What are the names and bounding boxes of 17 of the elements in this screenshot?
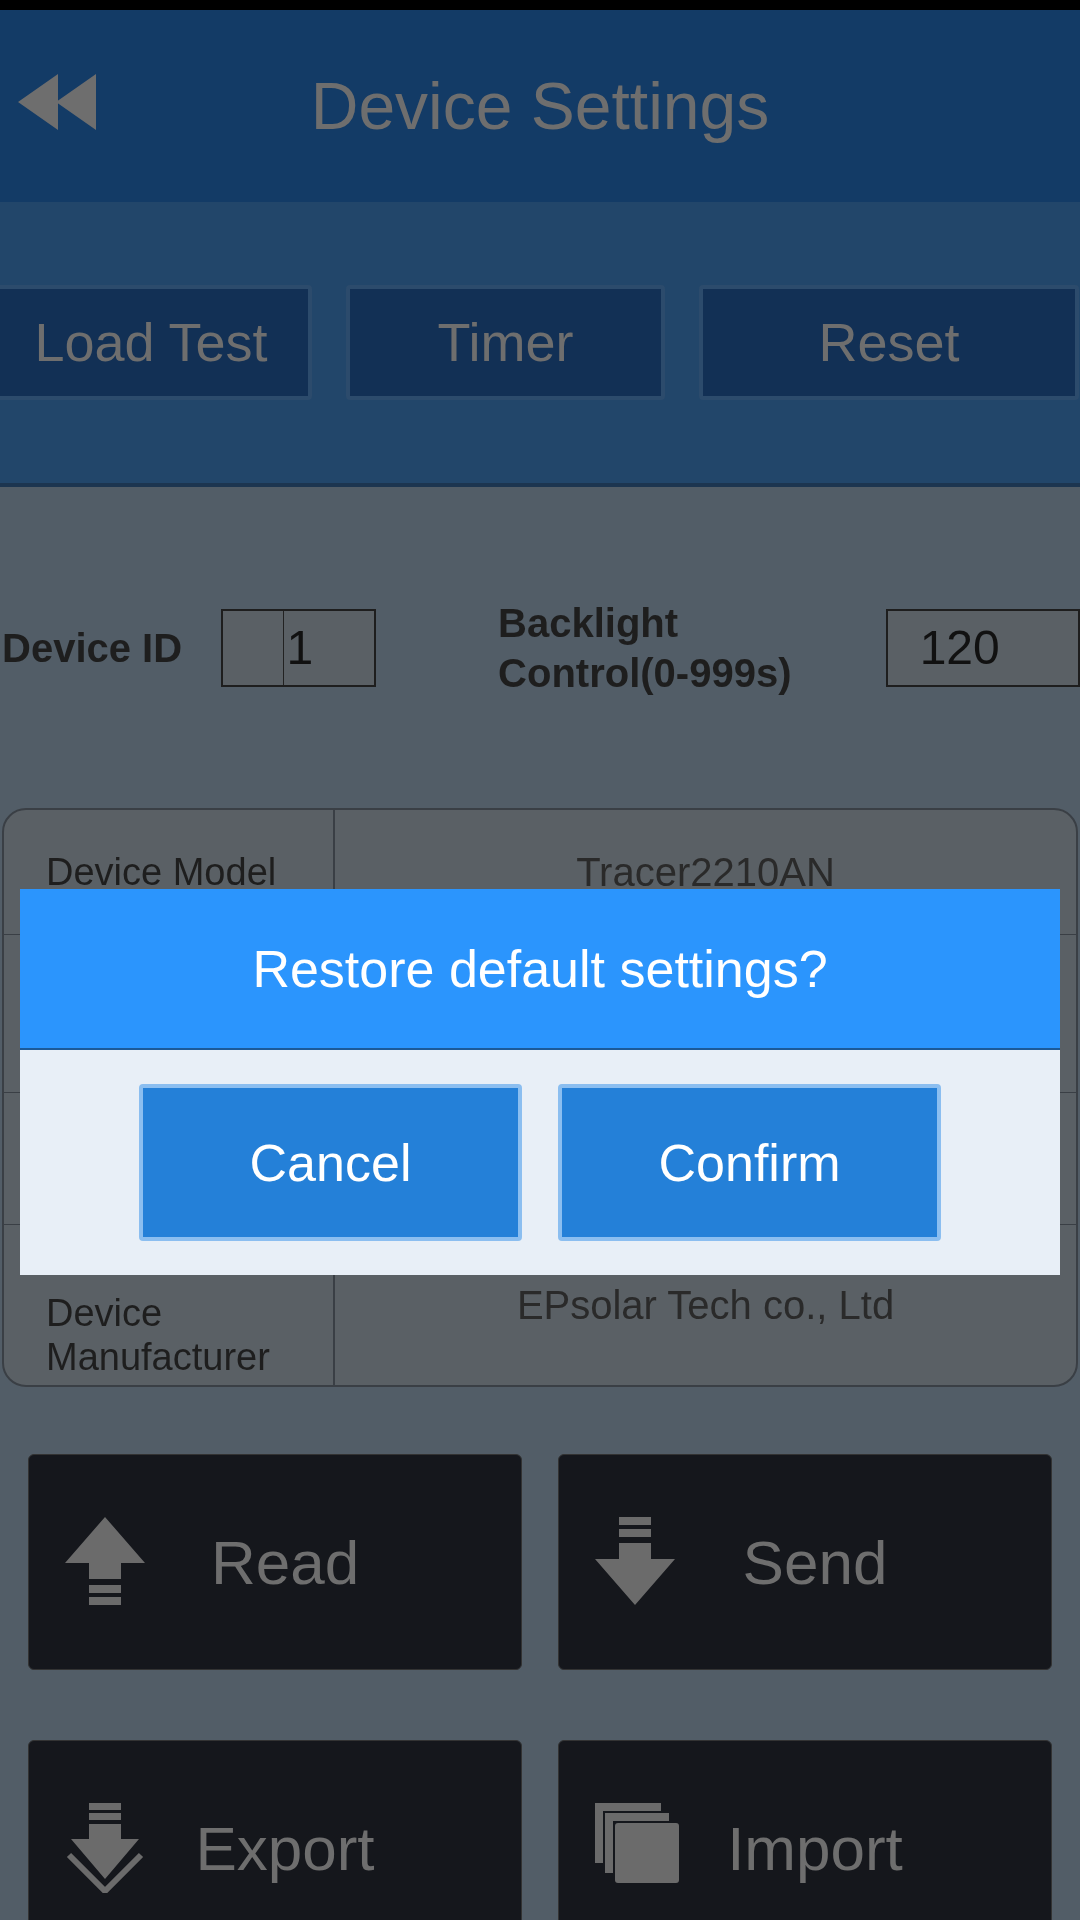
table-cell-text: EPsolar Tech co., Ltd — [515, 1282, 896, 1329]
dialog-title: Restore default settings? — [20, 889, 1060, 1050]
action-button[interactable]: Read — [28, 1454, 522, 1670]
action-button[interactable]: Send — [558, 1454, 1052, 1670]
back-icon[interactable] — [18, 74, 98, 130]
field-label: Backlight Control(0-999s) — [498, 599, 793, 697]
field-label: Device ID — [2, 624, 184, 672]
confirm-button[interactable]: Confirm — [558, 1084, 941, 1241]
cancel-button[interactable]: Cancel — [139, 1084, 522, 1241]
input-field[interactable]: 120 — [885, 608, 1080, 687]
tab-button[interactable]: Reset — [699, 285, 1079, 400]
input-field[interactable]: 1 — [221, 608, 377, 687]
tab-button[interactable]: Load Test — [0, 285, 312, 400]
screen-title: Device Settings — [310, 67, 770, 145]
tab-button[interactable]: Timer — [346, 285, 665, 400]
action-button[interactable]: Import — [558, 1740, 1052, 1920]
action-button[interactable]: Export — [28, 1740, 522, 1920]
